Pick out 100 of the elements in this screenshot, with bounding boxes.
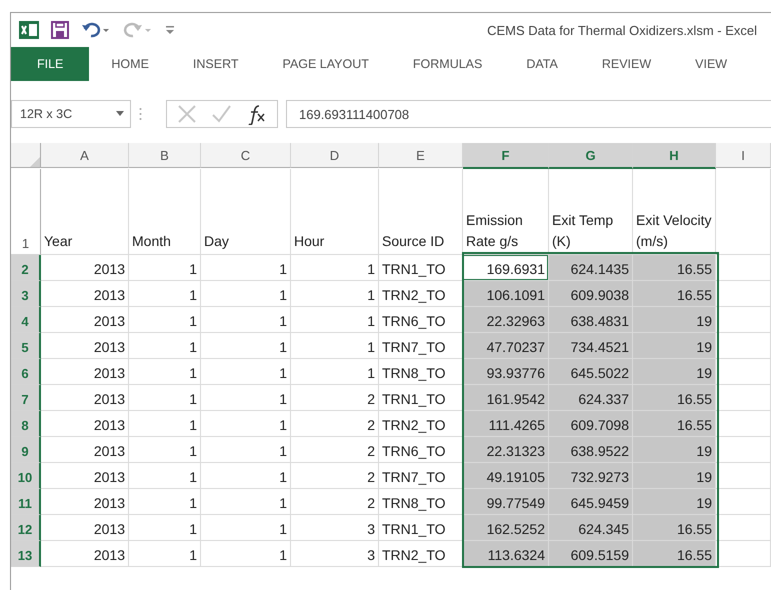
table-cell: 1 — [129, 515, 201, 541]
table-cell: 1 — [129, 541, 201, 567]
table-cell: 2013 — [41, 411, 129, 437]
column-header[interactable]: E — [379, 143, 463, 168]
table-cell: 22.31323 — [463, 437, 549, 463]
table-cell: 1 — [129, 437, 201, 463]
ribbon-tab[interactable]: FILE — [11, 47, 90, 81]
table-cell: 1 — [201, 255, 291, 281]
column-header[interactable]: G — [549, 143, 633, 169]
table-cell: 1 — [201, 541, 291, 567]
table-cell: TRN1_TO — [379, 515, 463, 541]
ribbon-tab[interactable]: INSERT — [170, 47, 261, 81]
table-header: Hour — [291, 169, 379, 255]
table-cell: 2 — [291, 489, 379, 515]
row-header[interactable]: 13 — [11, 541, 41, 567]
row-header[interactable]: 3 — [11, 281, 41, 307]
table-cell: 1 — [201, 385, 291, 411]
table-cell: 162.5252 — [463, 515, 549, 541]
save-icon[interactable] — [51, 21, 69, 39]
table-header: Month — [129, 169, 201, 255]
row-header[interactable]: 10 — [11, 463, 41, 489]
ribbon-tab[interactable]: HOME — [89, 47, 171, 81]
row-header[interactable]: 9 — [11, 437, 41, 463]
table-cell: 161.9542 — [463, 385, 549, 411]
row-header[interactable]: 12 — [11, 515, 41, 541]
table-cell: 19 — [633, 333, 716, 359]
formula-input[interactable]: 169.693111400708 — [286, 100, 771, 128]
column-header[interactable]: D — [291, 143, 379, 168]
ribbon-tab[interactable]: VIEW — [673, 47, 750, 81]
column-header[interactable]: I — [716, 143, 771, 168]
grip-icon — [139, 107, 142, 121]
table-header: Source ID — [379, 169, 463, 255]
ribbon-tab[interactable]: DATA — [504, 47, 580, 81]
table-cell: 1 — [201, 359, 291, 385]
row-header[interactable]: 2 — [11, 255, 41, 281]
ribbon-tab[interactable]: PAGE LAYOUT — [260, 47, 391, 81]
row-header[interactable]: 6 — [11, 359, 41, 385]
table-cell: TRN6_TO — [379, 437, 463, 463]
table-cell: 645.5022 — [549, 359, 633, 385]
table-cell: 16.55 — [633, 515, 716, 541]
row-header[interactable]: 5 — [11, 333, 41, 359]
row-header[interactable]: 7 — [11, 385, 41, 411]
table-cell: 1 — [201, 489, 291, 515]
table-cell: 609.5159 — [549, 541, 633, 567]
row-header[interactable]: 1 — [11, 169, 41, 255]
table-cell: 732.9273 — [549, 463, 633, 489]
customize-icon[interactable] — [165, 23, 175, 37]
table-cell: 1 — [201, 281, 291, 307]
table-cell: 3 — [291, 515, 379, 541]
table-cell: TRN8_TO — [379, 489, 463, 515]
table-cell: 2013 — [41, 333, 129, 359]
table-cell: 1 — [129, 307, 201, 333]
table-cell: 16.55 — [633, 541, 716, 567]
table-cell: 1 — [201, 307, 291, 333]
table-cell: 93.93776 — [463, 359, 549, 385]
row-header[interactable]: 4 — [11, 307, 41, 333]
table-cell: 99.77549 — [463, 489, 549, 515]
table-cell: 1 — [129, 255, 201, 281]
table-cell: 2013 — [41, 437, 129, 463]
table-cell: 1 — [201, 515, 291, 541]
column-header[interactable]: B — [129, 143, 201, 168]
window-title: CEMS Data for Thermal Oxidizers.xlsm - Excel — [487, 22, 757, 38]
dropdown-icon[interactable] — [116, 111, 124, 117]
column-header[interactable]: F — [463, 143, 549, 169]
excel-icon[interactable] — [19, 21, 39, 39]
column-header[interactable]: H — [633, 143, 716, 169]
table-cell: 734.4521 — [549, 333, 633, 359]
row-header[interactable]: 11 — [11, 489, 41, 515]
table-cell: 22.32963 — [463, 307, 549, 333]
table-cell: 609.7098 — [549, 411, 633, 437]
table-cell: 2013 — [41, 489, 129, 515]
ribbon-tab[interactable]: FORMULAS — [390, 47, 504, 81]
name-box[interactable]: 12R x 3C — [11, 100, 131, 128]
table-cell: 624.345 — [549, 515, 633, 541]
check-icon[interactable] — [211, 104, 231, 124]
table-cell: 2 — [291, 463, 379, 489]
row-header[interactable]: 8 — [11, 411, 41, 437]
table-cell: 111.4265 — [463, 411, 549, 437]
table-cell: 638.9522 — [549, 437, 633, 463]
table-cell: 1 — [129, 489, 201, 515]
table-cell: 19 — [633, 359, 716, 385]
table-cell: 1 — [291, 255, 379, 281]
column-header[interactable]: A — [41, 143, 129, 168]
table-cell: TRN1_TO — [379, 255, 463, 281]
table-cell: 2013 — [41, 463, 129, 489]
table-cell: 1 — [129, 359, 201, 385]
table-cell: 624.337 — [549, 385, 633, 411]
table-cell: 16.55 — [633, 255, 716, 281]
table-cell: 19 — [633, 489, 716, 515]
table-cell: 169.6931 — [463, 255, 549, 281]
ribbon-tab[interactable]: REVIEW — [580, 47, 674, 81]
undo-icon[interactable] — [81, 21, 111, 39]
table-cell: TRN7_TO — [379, 333, 463, 359]
table-cell: 113.6324 — [463, 541, 549, 567]
table-cell: 2 — [291, 411, 379, 437]
column-header[interactable]: C — [201, 143, 291, 168]
table-cell: 1 — [291, 359, 379, 385]
table-cell: 49.19105 — [463, 463, 549, 489]
table-cell: 19 — [633, 437, 716, 463]
table-cell: 1 — [201, 437, 291, 463]
